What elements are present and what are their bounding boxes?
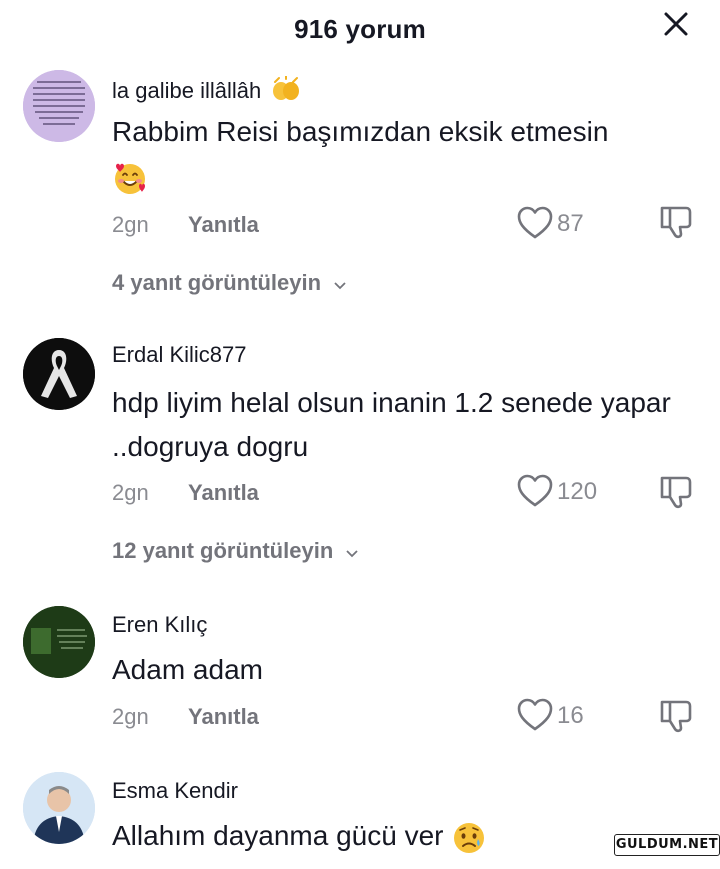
dislike-icon[interactable] [656, 472, 696, 512]
smiling-face-with-hearts-icon [112, 160, 148, 196]
comment-text: Rabbim Reisi başımızdan eksik etmesin [112, 110, 672, 198]
comment-text: Allahım dayanma gücü ver [112, 814, 672, 858]
reply-button[interactable]: Yanıtla [188, 480, 259, 506]
watermark: GULDUM.NET [614, 834, 720, 856]
comment-text-content: Rabbim Reisi başımızdan eksik etmesin [112, 116, 609, 147]
like-count: 120 [557, 478, 598, 505]
like-button[interactable]: 87 [517, 206, 607, 242]
heart-icon [517, 474, 553, 507]
view-replies-link[interactable]: 4 yanıt görüntüleyin [112, 270, 347, 297]
chevron-down-icon [345, 539, 359, 565]
sad-but-relieved-face-icon [451, 820, 487, 856]
comment-date: 2gn [112, 704, 149, 729]
reply-button[interactable]: Yanıtla [188, 212, 259, 238]
view-replies-text: 12 yanıt görüntüleyin [112, 538, 334, 563]
chevron-down-icon [333, 271, 347, 297]
username[interactable]: Eren Kılıç [112, 612, 207, 638]
comment-meta: 2gn Yanıtla 120 [112, 474, 692, 510]
comment-meta: 2gn Yanıtla 87 [112, 206, 692, 242]
comment-date: 2gn [112, 212, 149, 237]
comment-text: Adam adam [112, 654, 263, 685]
username[interactable]: Esma Kendir [112, 778, 238, 804]
like-button[interactable]: 16 [517, 698, 607, 734]
avatar[interactable] [23, 772, 95, 844]
avatar[interactable] [23, 338, 95, 410]
reply-button[interactable]: Yanıtla [188, 704, 259, 730]
dislike-icon[interactable] [656, 696, 696, 736]
clapping-hands-icon [271, 75, 301, 102]
view-replies-link[interactable]: 12 yanıt görüntüleyin [112, 538, 359, 565]
like-count: 87 [557, 210, 584, 237]
username-text: la galibe illâllâh [112, 78, 262, 103]
dislike-icon[interactable] [656, 202, 696, 242]
heart-icon [517, 206, 553, 239]
like-button[interactable]: 120 [517, 474, 617, 510]
comment-item: la galibe illâllâh Rabbim Reisi başımızd… [0, 0, 720, 320]
comment-date: 2gn [112, 480, 149, 505]
comment-text-content: Allahım dayanma gücü ver [112, 820, 444, 851]
comment-item: Eren Kılıç Adam adam 2gn Yanıtla 16 [0, 590, 720, 760]
comment-item: Erdal Kilic877 hdp liyim helal olsun ina… [0, 320, 720, 590]
view-replies-text: 4 yanıt görüntüleyin [112, 270, 322, 295]
comment-meta: 2gn Yanıtla 16 [112, 698, 692, 734]
like-count: 16 [557, 702, 584, 729]
avatar[interactable] [23, 606, 95, 678]
avatar[interactable] [23, 70, 95, 142]
heart-icon [517, 698, 553, 731]
username[interactable]: la galibe illâllâh [112, 75, 301, 104]
comment-item: Esma Kendir Allahım dayanma gücü ver [0, 760, 720, 856]
comment-text: hdp liyim helal olsun inanin 1.2 senede … [112, 387, 671, 462]
username[interactable]: Erdal Kilic877 [112, 342, 247, 368]
